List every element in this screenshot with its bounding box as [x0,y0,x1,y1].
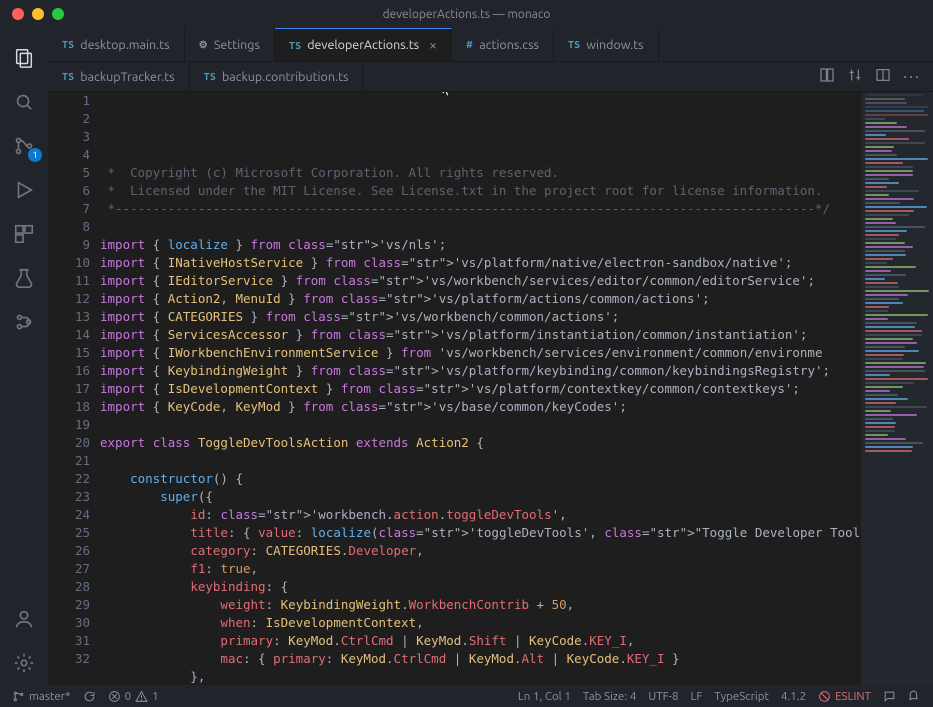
typescript-icon: TS [62,39,74,50]
code-text[interactable]: * Copyright (c) Microsoft Corporation. A… [100,92,861,685]
explorer-icon[interactable] [0,36,48,80]
eol-status[interactable]: LF [684,690,708,703]
tab-label: backup.contribution.ts [222,70,348,84]
minimap[interactable] [861,92,933,685]
sync-status[interactable] [77,690,102,703]
testing-icon[interactable] [0,256,48,300]
close-window-button[interactable] [12,8,24,20]
accounts-icon[interactable] [0,597,48,641]
tab-label: Settings [214,38,260,52]
problems-status[interactable]: 0 1 [102,690,165,703]
tab-row-primary: TS desktop.main.ts ⚙ Settings TS developerAct… [48,28,933,62]
extensions-icon[interactable] [0,212,48,256]
tab-window-ts[interactable]: TS window.ts [554,28,659,61]
line-number-gutter: 1234567891011121314151617181920212223242… [48,92,100,685]
title-bar: developerActions.ts — monaco [0,0,933,28]
tab-developeractions-ts[interactable]: TS developerActions.ts × [275,28,452,61]
split-editor-icon[interactable] [875,67,891,86]
minimize-window-button[interactable] [32,8,44,20]
editor-content[interactable]: 1234567891011121314151617181920212223242… [48,92,933,685]
tab-label: window.ts [586,38,643,52]
eslint-status[interactable]: ESLINT [812,690,877,703]
status-bar: master* 0 1 Ln 1, Col 1 Tab Size: 4 UTF-… [0,685,933,707]
tab-label: desktop.main.ts [80,38,169,52]
typescript-icon: TS [62,71,74,82]
tab-label: backupTracker.ts [80,70,174,84]
tab-label: developerActions.ts [307,38,419,52]
indentation-status[interactable]: Tab Size: 4 [577,690,643,703]
encoding-status[interactable]: UTF-8 [642,690,684,703]
typescript-version-status[interactable]: 4.1.2 [775,690,812,703]
notifications-status[interactable] [902,690,927,703]
zoom-window-button[interactable] [52,8,64,20]
diff-icon[interactable] [819,67,835,86]
git-branch-status[interactable]: master* [6,690,77,703]
tab-label: actions.css [479,38,539,52]
references-icon[interactable] [0,300,48,344]
more-actions-icon[interactable]: ··· [903,68,921,86]
typescript-icon: TS [289,40,301,51]
tab-desktop-main-ts[interactable]: TS desktop.main.ts [48,28,185,61]
close-icon[interactable]: × [429,37,437,53]
tab-backup-contribution-ts[interactable]: TS backup.contribution.ts [190,62,364,91]
tab-actions-css[interactable]: # actions.css [452,28,554,61]
feedback-status[interactable] [877,690,902,703]
source-control-icon[interactable]: 1 [0,124,48,168]
typescript-icon: TS [568,39,580,50]
source-control-badge: 1 [28,148,42,162]
language-mode-status[interactable]: TypeScript [708,690,775,703]
compare-icon[interactable] [847,67,863,86]
tab-settings[interactable]: ⚙ Settings [185,28,275,61]
search-icon[interactable] [0,80,48,124]
typescript-icon: TS [204,71,216,82]
window-controls [12,8,64,20]
run-debug-icon[interactable] [0,168,48,212]
css-icon: # [466,39,473,50]
settings-gear-icon[interactable] [0,641,48,685]
tab-row-secondary: TS backupTracker.ts TS backup.contribution.… [48,62,933,92]
activity-bar: 1 [0,28,48,685]
gear-icon: ⚙ [199,39,208,51]
window-title: developerActions.ts — monaco [12,8,921,21]
cursor-position-status[interactable]: Ln 1, Col 1 [512,690,577,703]
tab-backuptracker-ts[interactable]: TS backupTracker.ts [48,62,190,91]
